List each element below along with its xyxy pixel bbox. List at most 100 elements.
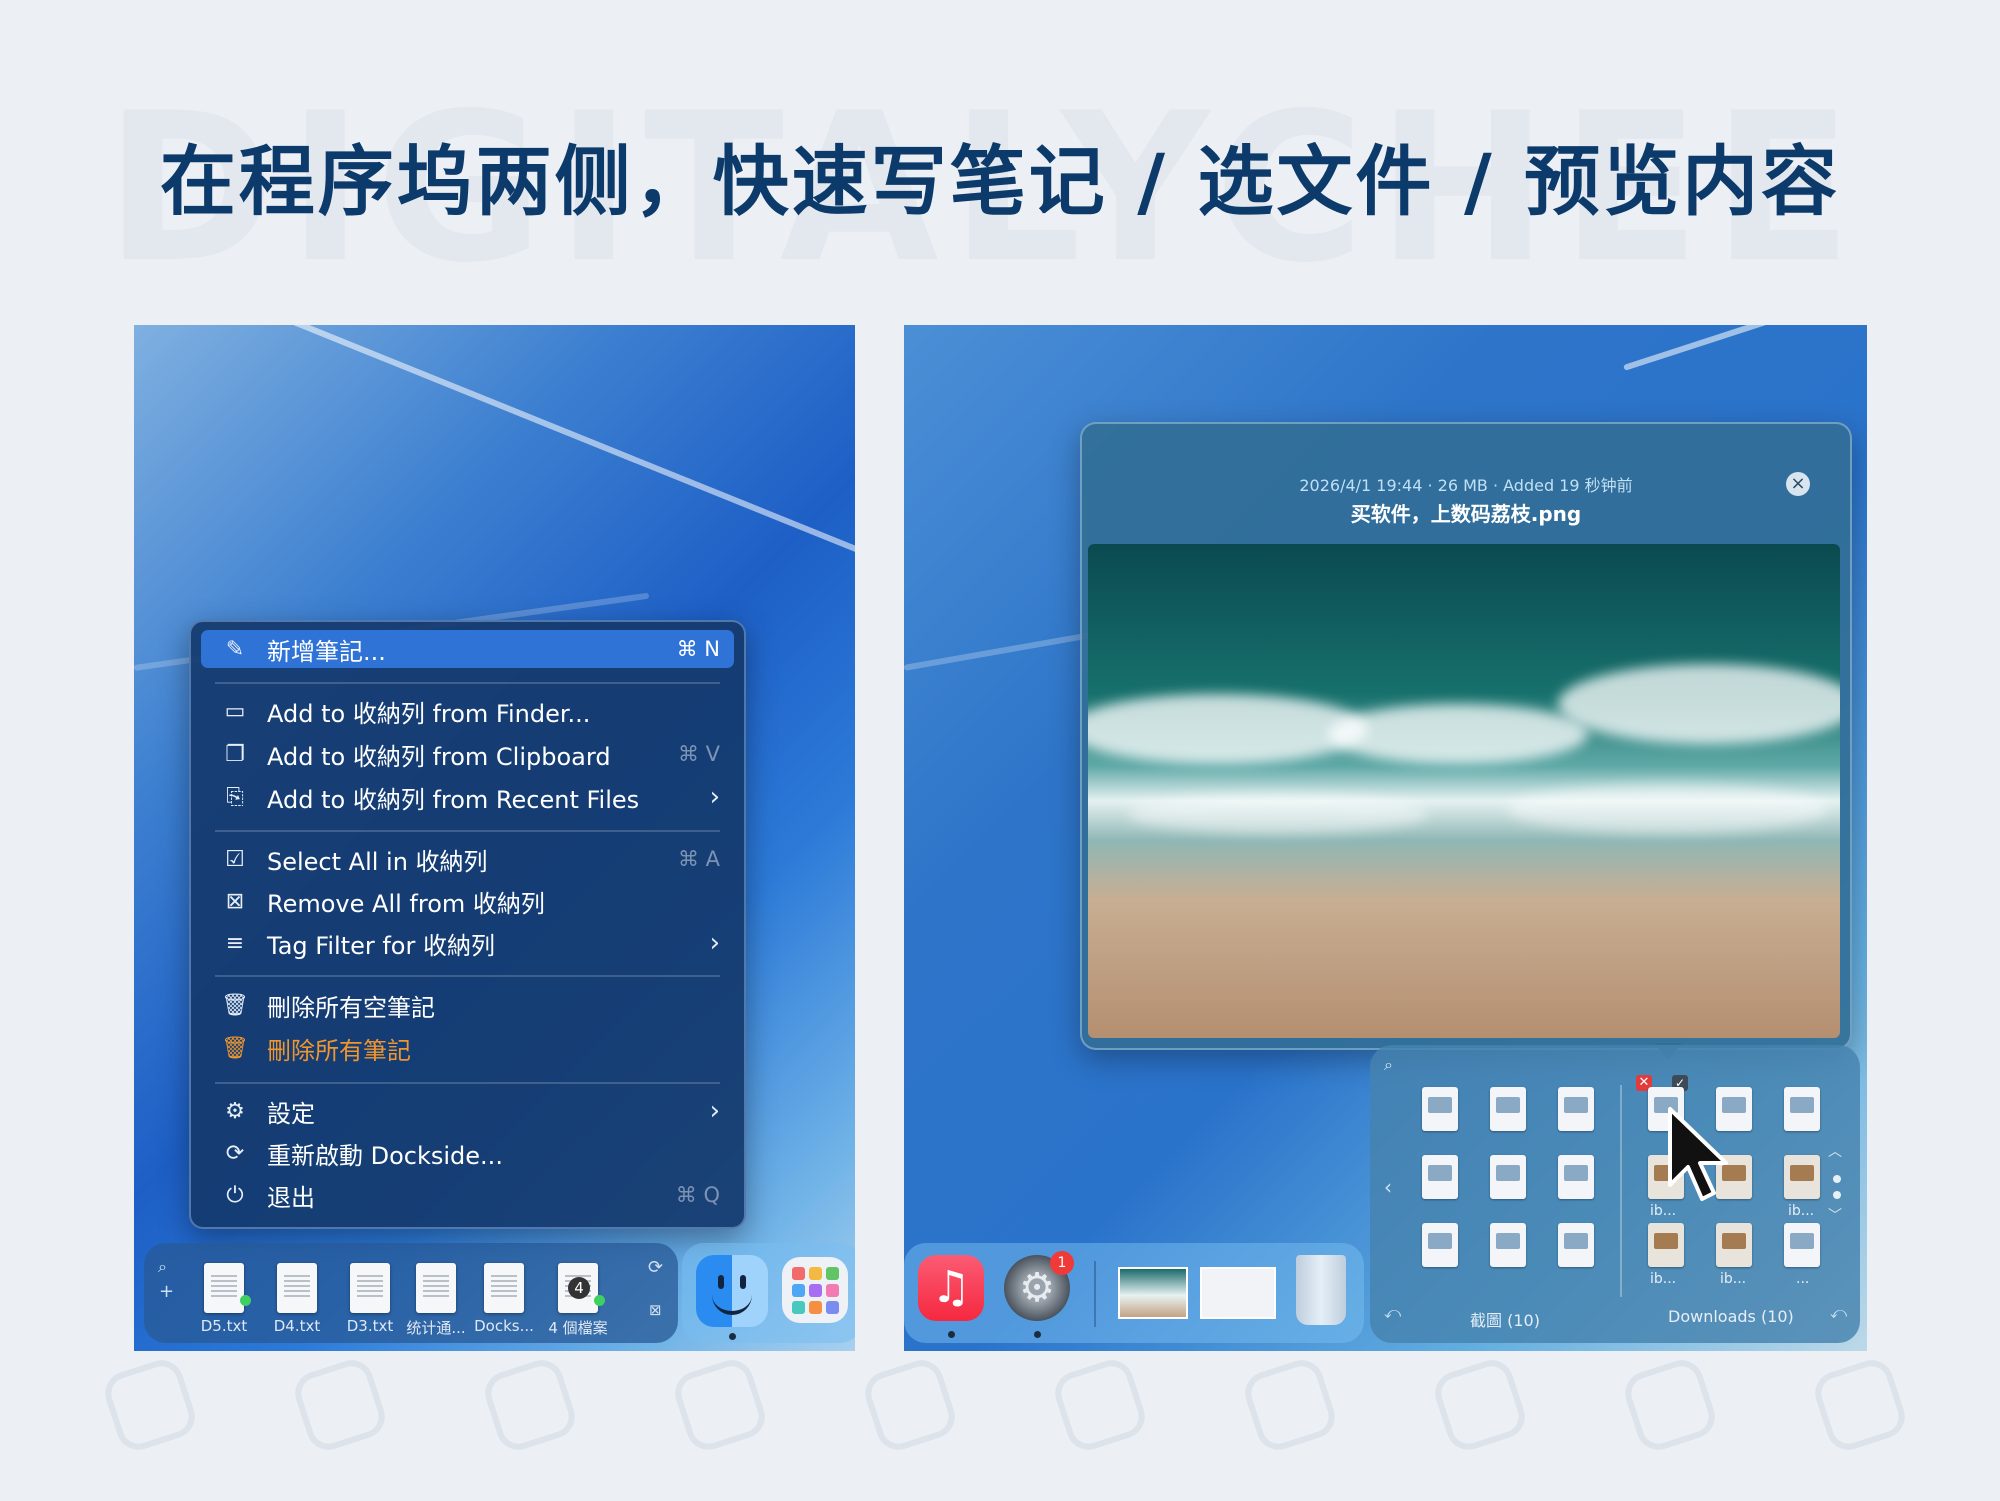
running-indicator — [729, 1333, 736, 1340]
file-icon[interactable] — [1784, 1087, 1820, 1131]
right-screenshot: 2026/4/1 19:44 · 26 MB · Added 19 秒钟前 买软… — [904, 325, 1867, 1351]
file-icon[interactable] — [1558, 1223, 1594, 1267]
trash-icon[interactable] — [1296, 1255, 1346, 1325]
back-icon[interactable]: ⤺ — [1830, 1303, 1847, 1323]
app-dock — [682, 1243, 855, 1343]
file-icon[interactable] — [1490, 1223, 1526, 1267]
file-shelf: ⌕ ‹ ✕ ✓ ib... ib... ib... ib... ... ︿ ﹀ — [1370, 1045, 1860, 1343]
background-icon — [1429, 1354, 1531, 1456]
background-icon — [669, 1354, 771, 1456]
menu-item-select-all[interactable]: ☑ Select All in 收納列 ⌘ A — [201, 840, 734, 878]
menu-item-settings[interactable]: ⚙ 設定 › — [201, 1092, 734, 1130]
file-icon[interactable] — [416, 1263, 456, 1313]
menu-item-remove-all[interactable]: ⊠ Remove All from 收納列 — [201, 882, 734, 920]
file-label: D4.txt — [273, 1317, 321, 1335]
menu-item-tag-filter[interactable]: ≡ Tag Filter for 收納列 › — [201, 924, 734, 962]
background-icon — [289, 1354, 391, 1456]
menu-item-add-from-clipboard[interactable]: ❐ Add to 收納列 from Clipboard ⌘ V — [201, 735, 734, 773]
menu-item-restart[interactable]: ⟳ 重新啟動 Dockside... — [201, 1134, 734, 1172]
chevron-right-icon: › — [709, 782, 720, 812]
page-dot[interactable] — [1833, 1175, 1841, 1183]
window-thumbnail[interactable] — [1118, 1267, 1188, 1319]
menu-separator — [215, 830, 720, 832]
zip-file-icon[interactable] — [1648, 1223, 1684, 1267]
page-title: 在程序坞两侧，快速写笔记 / 选文件 / 预览内容 — [159, 137, 1841, 226]
file-label: ib... — [1788, 1203, 1815, 1219]
menu-item-add-from-finder[interactable]: ▭ Add to 收納列 from Finder... — [201, 692, 734, 730]
trash-box-icon[interactable]: ⊠ — [649, 1301, 662, 1319]
menu-separator — [215, 975, 720, 977]
wallpaper-swoosh — [282, 325, 855, 565]
menu-shortcut: ⌘ V — [677, 742, 720, 766]
preview-filename: 买软件，上数码荔枝.png — [1350, 502, 1582, 526]
file-count-badge: 4 — [568, 1277, 590, 1299]
menu-item-new-note[interactable]: ✎ 新增筆記... ⌘ N — [201, 630, 734, 668]
window-thumbnail[interactable] — [1200, 1267, 1276, 1319]
filter-icon: ≡ — [225, 930, 245, 956]
chevron-right-icon: › — [709, 1096, 720, 1126]
file-icon[interactable] — [484, 1263, 524, 1313]
chevron-down-icon[interactable]: ﹀ — [1828, 1205, 1842, 1225]
checkbox-icon: ☑ — [225, 846, 245, 872]
menu-item-label: Select All in 收納列 — [267, 847, 488, 876]
file-label: Docks... — [474, 1317, 534, 1335]
group-label-downloads: Downloads (10) — [1668, 1307, 1794, 1326]
refresh-icon[interactable]: ⟳ — [648, 1257, 663, 1278]
menu-item-add-from-recent[interactable]: ⎘ Add to 收納列 from Recent Files › — [201, 778, 734, 816]
zip-file-icon[interactable] — [1716, 1223, 1752, 1267]
menu-shortcut: ⌘ N — [676, 637, 720, 661]
chevron-left-icon[interactable]: ‹ — [1384, 1175, 1392, 1199]
file-icon[interactable] — [1422, 1087, 1458, 1131]
close-icon[interactable]: × — [1786, 472, 1810, 496]
app-dock: ♫ ⚙ 1 — [904, 1243, 1364, 1343]
context-menu: ✎ 新增筆記... ⌘ N ▭ Add to 收納列 from Finder..… — [189, 620, 746, 1229]
preview-image — [1088, 544, 1840, 1038]
music-icon[interactable]: ♫ — [918, 1255, 984, 1321]
menu-item-label: Add to 收納列 from Finder... — [267, 699, 591, 728]
menu-item-label: 刪除所有筆記 — [267, 1036, 411, 1065]
file-icon[interactable] — [204, 1263, 244, 1313]
search-icon[interactable]: ⌕ — [1384, 1055, 1393, 1075]
file-icon[interactable] — [1558, 1155, 1594, 1199]
menu-item-label: Tag Filter for 收納列 — [267, 931, 495, 960]
menu-item-delete-empty-notes[interactable]: 🗑 刪除所有空筆記 — [201, 986, 734, 1024]
background-icon — [1239, 1354, 1341, 1456]
background-icon — [1619, 1354, 1721, 1456]
trash-icon: 🗑 — [221, 992, 249, 1018]
launchpad-icon[interactable] — [782, 1257, 848, 1323]
file-label: ib... — [1650, 1203, 1677, 1219]
file-icon[interactable] — [277, 1263, 317, 1313]
folder-icon: ▭ — [224, 698, 246, 724]
zip-file-icon[interactable] — [1784, 1155, 1820, 1199]
file-label: D5.txt — [200, 1317, 248, 1335]
file-icon[interactable] — [1490, 1087, 1526, 1131]
file-icon[interactable] — [1422, 1155, 1458, 1199]
file-icon[interactable] — [1422, 1223, 1458, 1267]
file-icon[interactable] — [350, 1263, 390, 1313]
new-note-icon: ✎ — [225, 636, 245, 662]
trash-icon: 🗑 — [221, 1035, 249, 1061]
group-divider — [1620, 1085, 1622, 1297]
add-icon[interactable]: + — [159, 1281, 174, 1302]
dock-shelf: ⌕ + D5.txt D4.txt D3.txt 统计通... Docks...… — [144, 1243, 678, 1343]
finder-icon[interactable] — [696, 1255, 768, 1327]
background-icon — [1809, 1354, 1911, 1456]
power-icon: ⏻ — [226, 1182, 244, 1208]
file-label: 4 個檔案 — [548, 1319, 608, 1337]
search-icon[interactable]: ⌕ — [158, 1257, 167, 1277]
status-dot — [594, 1295, 605, 1306]
page-dot[interactable] — [1833, 1191, 1841, 1199]
status-dot — [240, 1295, 251, 1306]
running-indicator — [1034, 1331, 1041, 1338]
group-label-screenshots: 截圖 (10) — [1470, 1311, 1540, 1330]
menu-item-label: 新增筆記... — [267, 637, 386, 666]
file-icon[interactable] — [1558, 1087, 1594, 1131]
menu-item-quit[interactable]: ⏻ 退出 ⌘ Q — [201, 1176, 734, 1214]
menu-item-delete-all-notes[interactable]: 🗑 刪除所有筆記 — [201, 1029, 734, 1067]
chevron-up-icon[interactable]: ︿ — [1828, 1141, 1842, 1161]
notification-badge: 1 — [1050, 1251, 1074, 1275]
file-icon[interactable] — [1490, 1155, 1526, 1199]
back-icon[interactable]: ⤺ — [1384, 1303, 1401, 1323]
chevron-right-icon: › — [709, 928, 720, 958]
file-icon[interactable] — [1784, 1223, 1820, 1267]
